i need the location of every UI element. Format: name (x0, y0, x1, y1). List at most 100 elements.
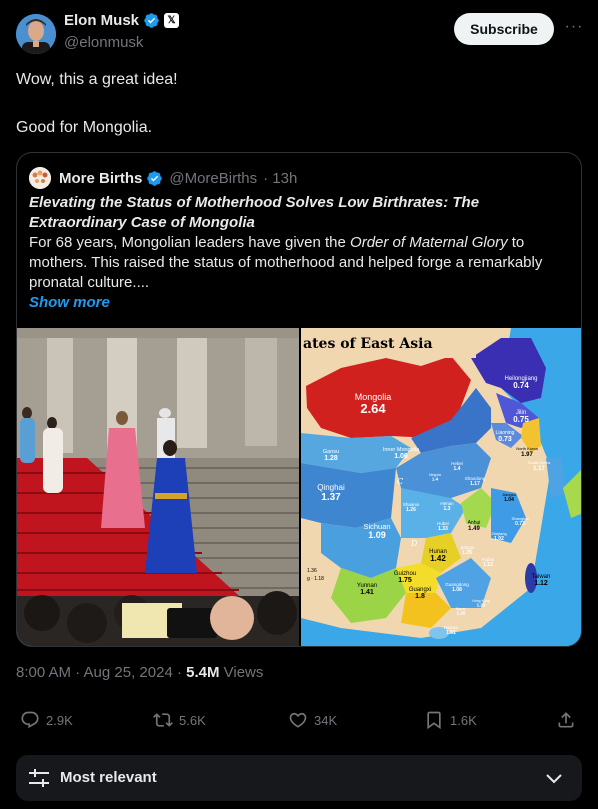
bookmark-button[interactable]: 1.6K (424, 710, 477, 730)
map-region-value: 1.3 (444, 506, 451, 512)
author-avatar[interactable] (16, 14, 56, 54)
views-count: 5.4M (186, 664, 220, 681)
filter-sliders-icon (29, 769, 49, 787)
map-region-name: South Korea (528, 460, 551, 465)
map-region-value: 1.17 (533, 466, 545, 472)
map-region-value: 1.08 (452, 587, 462, 593)
map-region-label: Gansu1.28 (323, 449, 339, 462)
quoted-author-avatar[interactable] (29, 167, 51, 189)
map-region-label: Taiwan1.12 (532, 574, 551, 587)
author-handle[interactable]: @elonmusk (64, 34, 143, 51)
quoted-tweet[interactable]: More Births @MoreBirths · 13h Elevating … (16, 152, 582, 647)
map-region-label: Hubei1.33 (437, 521, 449, 532)
quoted-tweet-text: For 68 years, Mongolian leaders have giv… (29, 233, 567, 293)
reply-count: 2.9K (46, 712, 73, 728)
share-icon (558, 712, 574, 728)
quoted-author-handle[interactable]: @MoreBirths (169, 170, 257, 187)
map-region-value: 1.75 (398, 577, 412, 584)
reply-sort-dropdown[interactable]: Most relevant (16, 755, 582, 801)
quoted-verified-badge-icon (147, 170, 163, 186)
map-region-value: 1.28 (324, 455, 338, 462)
map-region-value: 0.74 (513, 381, 529, 390)
show-more-link[interactable]: Show more (29, 293, 567, 313)
map-edge-value: 1.36 (307, 568, 317, 574)
map-letter: D (410, 539, 418, 548)
ceremony-photo[interactable] (17, 328, 299, 646)
map-region-value: 1.04 (504, 497, 514, 503)
chevron-down-icon (546, 774, 562, 784)
quoted-media: ates of East Asia Mongolia 2.64 Heilongjian… (17, 328, 581, 646)
map-title: ates of East Asia (303, 336, 433, 352)
map-region-label: Liaoning0.73 (496, 430, 515, 443)
map-region-value: 0.73 (498, 436, 512, 443)
reply-button[interactable]: 2.9K (20, 710, 73, 730)
tweet-line-2: Good for Mongolia. (16, 119, 153, 136)
map-region-value: 1.49 (468, 526, 480, 532)
map-region-value: 1.51 (446, 630, 456, 636)
tweet-actions: 2.9K 5.6K 34K 1.6K (16, 710, 582, 734)
tweet-timestamp[interactable]: 8:00 AM · Aug 25, 2024 · (16, 664, 186, 681)
east-asia-fertility-map[interactable]: ates of East Asia Mongolia 2.64 Heilongjian… (301, 328, 581, 646)
repost-icon (153, 713, 173, 727)
map-region-value: 1.09 (368, 530, 386, 540)
map-region-value: 1.12 (534, 580, 548, 587)
quoted-text-prefix: For 68 years, Mongolian leaders have giv… (29, 234, 351, 251)
map-region-value: 1.12 (483, 562, 493, 568)
sort-label: Most relevant (60, 769, 157, 786)
reply-icon (21, 711, 39, 729)
map-region-value: 1.29 (462, 550, 472, 556)
like-count: 34K (314, 712, 338, 728)
like-button[interactable]: 34K (288, 710, 337, 730)
repost-count: 5.6K (179, 712, 206, 728)
map-region-label: Anhui1.49 (468, 520, 481, 532)
tweet-meta: 8:00 AM · Aug 25, 2024 · 5.4M Views (16, 664, 263, 681)
bookmark-icon (427, 711, 441, 730)
map-region-value: 1.41 (360, 589, 374, 596)
map-region-value: 1.37 (321, 492, 341, 503)
map-graphic: ates of East AsiaMongolia2.64Heilongjian… (301, 328, 581, 646)
map-region-value: 1.26 (406, 507, 416, 513)
map-region-value: 1.02 (494, 536, 504, 542)
map-region-value: 0.73 (515, 521, 525, 527)
views-label: Views (219, 664, 264, 681)
map-region-value: 1.42 (430, 554, 446, 563)
x-affiliation-icon[interactable]: 𝕏 (164, 13, 180, 28)
map-region-value: 2.64 (360, 401, 386, 416)
quoted-tweet-body: Elevating the Status of Motherhood Solve… (29, 193, 567, 313)
subscribe-button[interactable]: Subscribe (454, 13, 554, 45)
map-region-value: 1.23 (477, 603, 486, 608)
quoted-text-italic: Order of Maternal Glory (350, 234, 508, 251)
author-name[interactable]: Elon Musk (64, 12, 139, 29)
quoted-tweet-time[interactable]: · 13h (263, 170, 297, 187)
author-name-row: Elon Musk 𝕏 (64, 12, 180, 29)
quoted-author-name[interactable]: More Births (59, 170, 142, 187)
map-region-label: Hunan1.42 (429, 549, 447, 563)
quoted-tweet-header: More Births @MoreBirths · 13h (29, 167, 297, 189)
map-region-label: Fujian1.12 (482, 557, 495, 568)
map-region-value: 1.17 (470, 481, 480, 487)
tweet-header: Elon Musk 𝕏 @elonmusk Subscribe ··· (16, 10, 582, 56)
map-region-value: 1.28 (457, 611, 466, 616)
map-region-value: 1.4 (432, 477, 439, 482)
map-region-name: Qinghai (317, 483, 345, 492)
map-region-name: North Korea (516, 446, 538, 451)
tweet-text: Wow, this a great idea! Good for Mongoli… (16, 68, 582, 140)
map-region-value: 0.75 (513, 415, 529, 424)
map-region-label: Jiangsu1.04 (502, 492, 516, 503)
map-region-value: 1.4 (454, 466, 461, 472)
map-region-value: 1.06 (394, 453, 408, 460)
more-options-icon[interactable]: ··· (564, 18, 584, 38)
share-button[interactable] (556, 710, 576, 730)
heart-icon (289, 712, 307, 728)
map-region-label: Macau1.28 (456, 607, 467, 616)
bookmark-count: 1.6K (450, 712, 477, 728)
quoted-tweet-title: Elevating the Status of Motherhood Solve… (29, 194, 480, 231)
tweet-line-1: Wow, this a great idea! (16, 71, 178, 88)
repost-button[interactable]: 5.6K (153, 710, 206, 730)
map-region-value: 1.8 (415, 593, 425, 600)
map-region-value: 1.33 (438, 526, 448, 532)
verified-badge-icon[interactable] (143, 12, 160, 29)
map-letter: C (397, 477, 403, 486)
map-region-value: 1.97 (521, 452, 533, 458)
map-edge-value: g · 1.18 (307, 576, 324, 582)
